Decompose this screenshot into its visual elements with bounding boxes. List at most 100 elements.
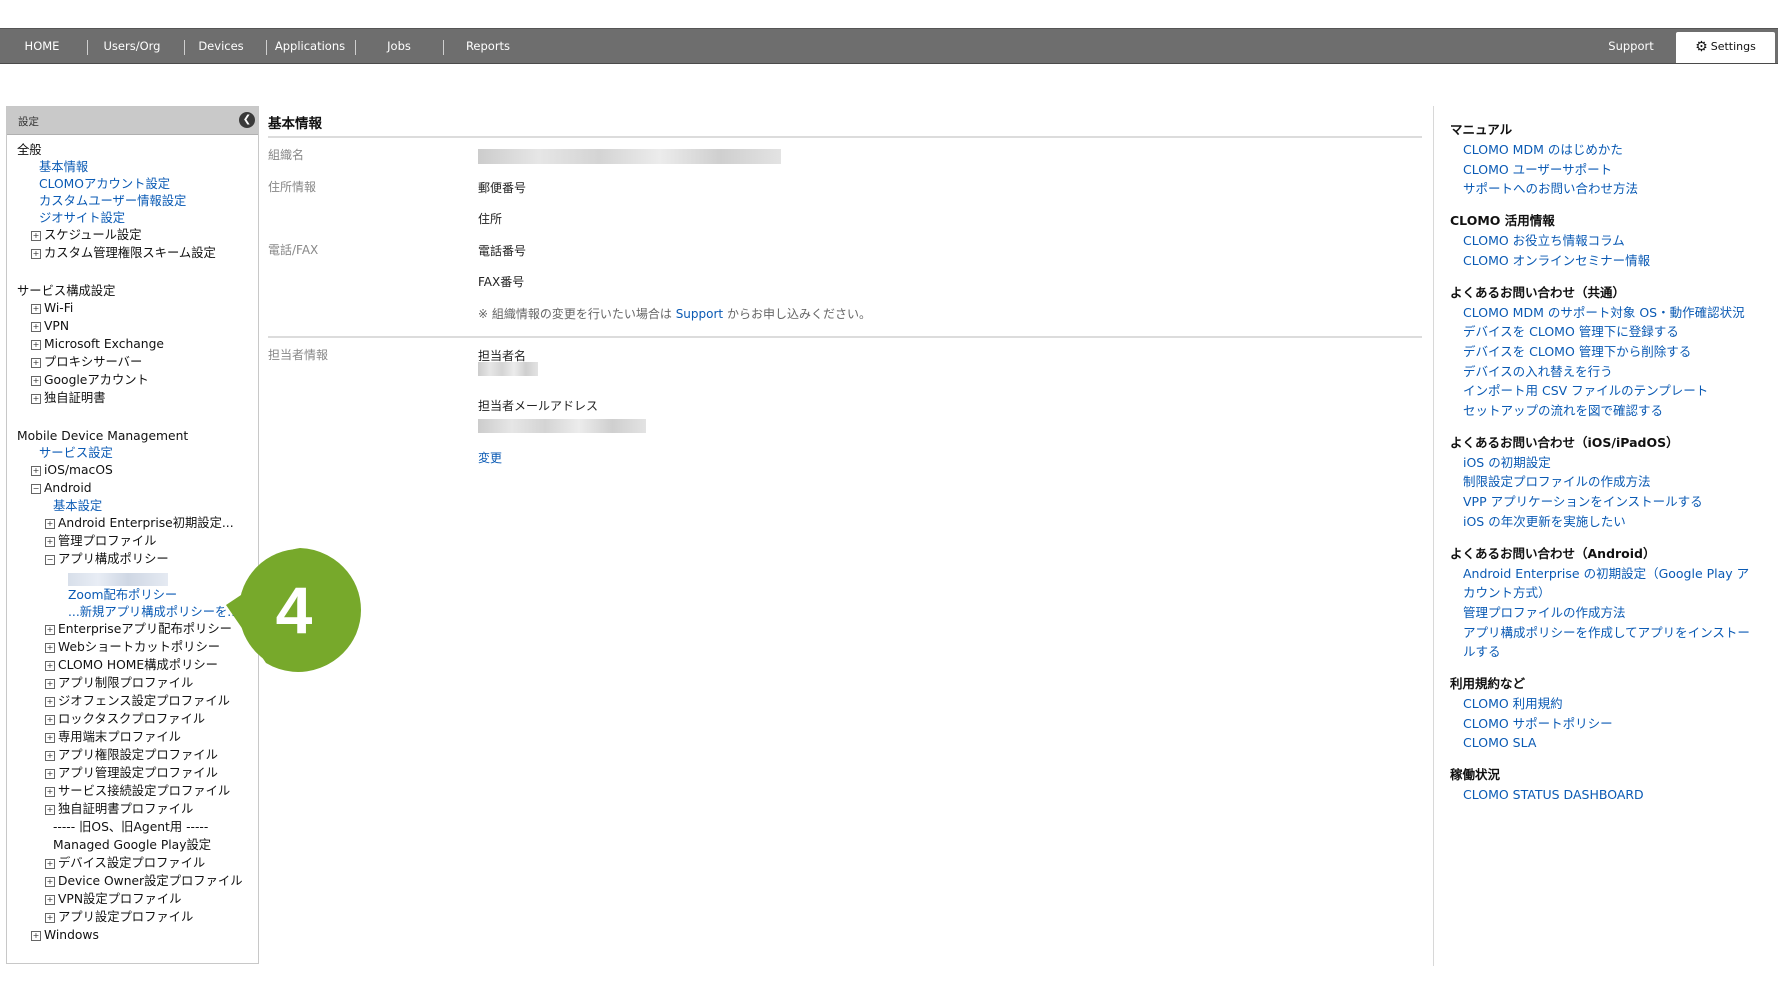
expand-icon[interactable]: + — [45, 697, 55, 707]
collapse-icon[interactable]: − — [45, 555, 55, 565]
sidebar-item[interactable]: + Enterpriseアプリ配布ポリシー — [45, 622, 232, 637]
expand-icon[interactable]: + — [45, 913, 55, 923]
sidebar-item[interactable]: + アプリ制限プロファイル — [45, 676, 193, 691]
expand-icon[interactable]: + — [31, 394, 41, 404]
sidebar-item[interactable]: + Microsoft Exchange — [31, 337, 164, 352]
help-link[interactable]: 制限設定プロファイルの作成方法 — [1463, 473, 1651, 490]
sidebar-item[interactable]: + サービス接続設定プロファイル — [45, 784, 230, 799]
expand-icon[interactable]: + — [31, 376, 41, 386]
nav-support[interactable]: Support — [1600, 29, 1662, 63]
help-link[interactable]: デバイスを CLOMO 管理下から削除する — [1463, 343, 1691, 360]
expand-icon[interactable]: + — [45, 895, 55, 905]
sidebar-item[interactable]: + 専用端末プロファイル — [45, 730, 181, 745]
sidebar-item[interactable]: + Webショートカットポリシー — [45, 640, 220, 655]
expand-icon[interactable]: + — [45, 733, 55, 743]
sidebar-item[interactable]: + アプリ権限設定プロファイル — [45, 748, 218, 763]
help-link[interactable]: CLOMO MDM のサポート対象 OS・動作確認状況 — [1463, 304, 1745, 321]
expand-icon[interactable]: + — [45, 679, 55, 689]
sidebar-item[interactable]: + カスタム管理権限スキーム設定 — [31, 246, 216, 261]
expand-icon[interactable]: + — [45, 661, 55, 671]
expand-icon[interactable]: + — [31, 931, 41, 941]
nav-reports[interactable]: Reports — [455, 29, 521, 63]
sidebar-item[interactable]: + Wi-Fi — [31, 301, 73, 316]
sidebar-item[interactable]: + スケジュール設定 — [31, 228, 142, 243]
expand-icon[interactable]: + — [45, 787, 55, 797]
change-link[interactable]: 変更 — [478, 449, 502, 466]
sidebar-item[interactable]: + ロックタスクプロファイル — [45, 712, 205, 727]
sidebar-item[interactable]: + 独自証明書プロファイル — [45, 802, 193, 817]
collapse-sidebar-icon[interactable]: ❮ — [239, 112, 255, 128]
help-link[interactable]: CLOMO 利用規約 — [1463, 695, 1563, 712]
help-link[interactable]: CLOMO お役立ち情報コラム — [1463, 232, 1625, 249]
sidebar-item[interactable]: + iOS/macOS — [31, 463, 113, 478]
sidebar-item[interactable]: + アプリ設定プロファイル — [45, 910, 193, 925]
expand-icon[interactable]: + — [45, 859, 55, 869]
sidebar-item[interactable]: + 独自証明書 — [31, 391, 106, 406]
redacted-policy-item[interactable] — [68, 573, 168, 586]
sidebar-item[interactable]: + CLOMO HOME構成ポリシー — [45, 658, 218, 673]
help-link[interactable]: インポート用 CSV ファイルのテンプレート — [1463, 382, 1708, 399]
nav-devices[interactable]: Devices — [193, 29, 249, 63]
help-link[interactable]: カウント方式） — [1463, 584, 1551, 601]
help-link[interactable]: ルする — [1463, 643, 1501, 660]
expand-icon[interactable]: + — [31, 304, 41, 314]
help-link[interactable]: iOS の年次更新を実施したい — [1463, 513, 1626, 530]
sidebar-item[interactable]: サービス設定 — [39, 446, 113, 461]
expand-icon[interactable]: + — [31, 340, 41, 350]
help-link[interactable]: デバイスを CLOMO 管理下に登録する — [1463, 323, 1679, 340]
expand-icon[interactable]: + — [45, 769, 55, 779]
sidebar-item[interactable] — [68, 570, 178, 587]
expand-icon[interactable]: + — [31, 466, 41, 476]
sidebar-item[interactable]: + デバイス設定プロファイル — [45, 856, 205, 871]
sidebar-item[interactable]: + 管理プロファイル — [45, 534, 156, 549]
help-link[interactable]: CLOMO STATUS DASHBOARD — [1463, 786, 1644, 803]
sidebar-item[interactable]: + VPN設定プロファイル — [45, 892, 181, 907]
expand-icon[interactable]: + — [45, 537, 55, 547]
sidebar-item[interactable]: 基本情報 — [39, 160, 88, 175]
expand-icon[interactable]: + — [45, 751, 55, 761]
help-link[interactable]: CLOMO SLA — [1463, 734, 1536, 751]
sidebar-item[interactable]: ジオサイト設定 — [39, 211, 125, 226]
help-link[interactable]: CLOMO ユーザーサポート — [1463, 161, 1612, 178]
expand-icon[interactable]: + — [31, 322, 41, 332]
expand-icon[interactable]: + — [31, 358, 41, 368]
sidebar-item[interactable]: + Googleアカウント — [31, 373, 149, 388]
help-link[interactable]: デバイスの入れ替えを行う — [1463, 363, 1613, 380]
expand-icon[interactable]: + — [45, 625, 55, 635]
help-link[interactable]: iOS の初期設定 — [1463, 454, 1551, 471]
sidebar-item[interactable]: − Android — [31, 481, 92, 496]
expand-icon[interactable]: + — [45, 877, 55, 887]
sidebar-item[interactable]: ...新規アプリ構成ポリシーを... — [68, 605, 239, 620]
nav-applications[interactable]: Applications — [272, 29, 348, 63]
help-link[interactable]: CLOMO オンラインセミナー情報 — [1463, 252, 1650, 269]
help-link[interactable]: CLOMO MDM のはじめかた — [1463, 141, 1623, 158]
help-link[interactable]: 管理プロファイルの作成方法 — [1463, 604, 1626, 621]
nav-home[interactable]: HOME — [14, 29, 70, 63]
sidebar-item[interactable]: + VPN — [31, 319, 69, 334]
sidebar-item[interactable]: + アプリ管理設定プロファイル — [45, 766, 218, 781]
help-link[interactable]: VPP アプリケーションをインストールする — [1463, 493, 1703, 510]
expand-icon[interactable]: + — [45, 805, 55, 815]
collapse-icon[interactable]: − — [31, 484, 41, 494]
expand-icon[interactable]: + — [31, 231, 41, 241]
expand-icon[interactable]: + — [45, 519, 55, 529]
nav-users-org[interactable]: Users/Org — [96, 29, 168, 63]
sidebar-item[interactable]: + Device Owner設定プロファイル — [45, 874, 243, 889]
sidebar-item[interactable]: Zoom配布ポリシー — [68, 588, 177, 603]
help-link[interactable]: アプリ構成ポリシーを作成してアプリをインストー — [1463, 624, 1750, 641]
help-link[interactable]: セットアップの流れを図で確認する — [1463, 402, 1663, 419]
sidebar-item[interactable]: − アプリ構成ポリシー — [45, 552, 169, 567]
sidebar-item[interactable]: + Windows — [31, 928, 99, 943]
expand-icon[interactable]: + — [45, 715, 55, 725]
sidebar-item[interactable]: + ジオフェンス設定プロファイル — [45, 694, 230, 709]
nav-jobs[interactable]: Jobs — [370, 29, 428, 63]
help-link[interactable]: サポートへのお問い合わせ方法 — [1463, 180, 1638, 197]
help-link[interactable]: Android Enterprise の初期設定（Google Play ア — [1463, 565, 1749, 582]
sidebar-item[interactable]: + プロキシサーバー — [31, 355, 142, 370]
sidebar-item[interactable]: + Android Enterprise初期設定... — [45, 516, 234, 531]
sidebar-item[interactable]: 基本設定 — [53, 499, 102, 514]
sidebar-item[interactable]: カスタムユーザー情報設定 — [39, 194, 186, 209]
sidebar-item[interactable]: CLOMOアカウント設定 — [39, 177, 170, 192]
expand-icon[interactable]: + — [45, 643, 55, 653]
nav-settings-tab[interactable]: ⚙ Settings — [1676, 32, 1775, 63]
